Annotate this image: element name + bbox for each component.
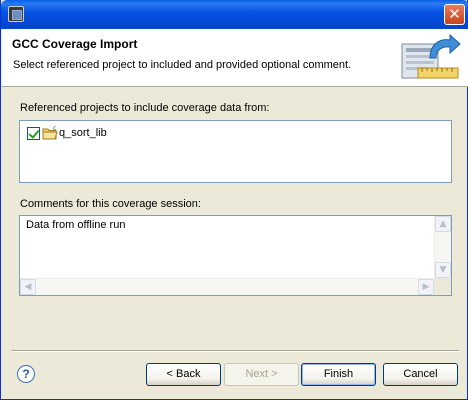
vertical-scrollbar[interactable]: ▲ ▼ [434,216,451,278]
project-label: q_sort_lib [59,127,107,139]
next-button[interactable]: Next > [224,363,299,386]
button-separator [11,350,459,352]
horizontal-scrollbar[interactable]: ◀ ▶ [20,278,434,295]
scroll-right-icon[interactable]: ▶ [418,279,434,295]
scroll-corner [434,278,451,295]
scroll-left-icon[interactable]: ◀ [20,279,36,295]
import-wizard-icon [401,33,461,79]
project-folder-icon: c [42,125,58,140]
projects-label: Referenced projects to include coverage … [20,102,270,114]
scroll-down-icon[interactable]: ▼ [435,262,451,278]
back-button[interactable]: < Back [146,363,221,386]
list-item[interactable]: c q_sort_lib [27,125,107,141]
finish-button[interactable]: Finish [301,363,376,386]
dialog-window: ✕ GCC Coverage Import Select referenced … [0,0,468,400]
help-button[interactable]: ? [17,365,35,383]
page-title: GCC Coverage Import [12,37,138,51]
close-button[interactable]: ✕ [444,4,465,25]
page-description: Select referenced project to included an… [13,59,352,71]
wizard-header: GCC Coverage Import Select referenced pr… [2,29,468,87]
close-icon: ✕ [448,5,461,23]
title-bar[interactable]: ✕ [1,0,468,29]
cancel-button[interactable]: Cancel [383,363,458,386]
project-checkbox[interactable] [27,126,40,140]
comments-textarea[interactable]: Data from offline run ▲ ▼ ◀ ▶ [19,215,452,296]
window-icon [8,6,24,22]
svg-text:c: c [53,125,56,132]
comments-value: Data from offline run [26,219,126,231]
scroll-up-icon[interactable]: ▲ [435,216,451,232]
projects-list[interactable]: c q_sort_lib [19,120,452,183]
comments-label: Comments for this coverage session: [20,198,201,210]
